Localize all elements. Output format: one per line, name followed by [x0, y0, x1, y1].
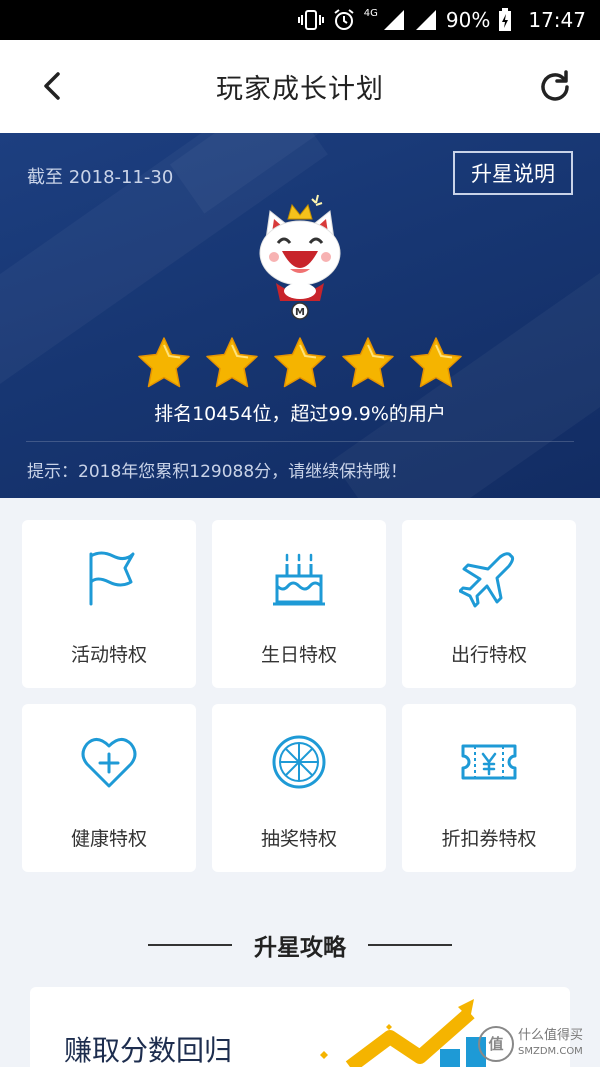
- refresh-icon[interactable]: [536, 68, 574, 106]
- privilege-card-travel[interactable]: 出行特权: [402, 520, 576, 688]
- vibrate-icon: [297, 10, 324, 30]
- section-heading: 升星攻略: [0, 928, 600, 962]
- network-type: 4G: [363, 7, 378, 19]
- star-icon: [342, 337, 394, 388]
- chevron-left-icon[interactable]: [36, 68, 72, 104]
- page-title: 玩家成长计划: [216, 74, 384, 105]
- as-of-date: 截至 2018-11-30: [27, 167, 174, 188]
- app-header: 玩家成长计划: [0, 40, 600, 133]
- battery-percent: 90%: [445, 8, 491, 32]
- divider: [148, 944, 232, 946]
- divider: [26, 441, 574, 442]
- level-banner: 截至 2018-11-30 升星说明 M 排名10454位，超过99.9%的用户: [0, 133, 600, 498]
- section-title: 升星攻略: [254, 935, 346, 961]
- strategy-card-title: 赚取分数回归: [64, 1034, 233, 1067]
- rank-text: 排名10454位，超过99.9%的用户: [154, 403, 446, 425]
- signal-icon: [415, 10, 436, 30]
- privilege-label: 出行特权: [450, 644, 527, 666]
- privilege-label: 折扣券特权: [441, 828, 537, 850]
- star-icon: [206, 337, 258, 388]
- watermark-text: 什么值得买: [518, 1027, 584, 1043]
- airplane-icon: [459, 552, 515, 608]
- lottery-wheel-icon: [272, 735, 326, 789]
- growth-arrow-illustration: [320, 999, 486, 1067]
- star-icon: [274, 337, 326, 388]
- privilege-card-activity[interactable]: 活动特权: [22, 520, 196, 688]
- status-bar: 4G 90% 17:47: [0, 0, 600, 40]
- watermark-url: SMZDM.COM: [518, 1045, 583, 1057]
- score-tip: 提示：2018年您累积129088分，请继续保持哦！: [27, 462, 408, 482]
- privilege-label: 生日特权: [260, 644, 337, 666]
- star-icon: [138, 337, 190, 388]
- heart-plus-icon: [81, 738, 137, 788]
- privilege-label: 活动特权: [70, 644, 147, 666]
- flag-icon: [89, 551, 135, 606]
- privilege-label: 抽奖特权: [260, 828, 337, 850]
- mascot-avatar: M: [259, 194, 341, 320]
- privilege-card-health[interactable]: 健康特权: [22, 704, 196, 872]
- watermark-logo: 值: [478, 1025, 514, 1062]
- privilege-label: 健康特权: [70, 828, 147, 850]
- star-icon: [410, 337, 462, 388]
- privilege-card-coupon[interactable]: 折扣券特权: [402, 704, 576, 872]
- battery-charging-icon: [499, 8, 512, 31]
- coupon-icon: [461, 744, 517, 780]
- alarm-icon: [334, 9, 354, 30]
- divider: [368, 944, 452, 946]
- birthday-cake-icon: [273, 553, 325, 606]
- site-watermark: 值 什么值得买 SMZDM.COM: [478, 1020, 600, 1067]
- clock: 17:47: [528, 8, 586, 32]
- privilege-grid: 活动特权 生日特权 出行特权 健康特权 抽奖特权 折扣券特权: [22, 520, 578, 872]
- svg-text:M: M: [295, 307, 305, 318]
- privilege-card-birthday[interactable]: 生日特权: [212, 520, 386, 688]
- privilege-card-lottery[interactable]: 抽奖特权: [212, 704, 386, 872]
- star-rating: [135, 335, 465, 397]
- signal-icon: [383, 10, 404, 30]
- star-rules-button[interactable]: 升星说明: [453, 151, 573, 195]
